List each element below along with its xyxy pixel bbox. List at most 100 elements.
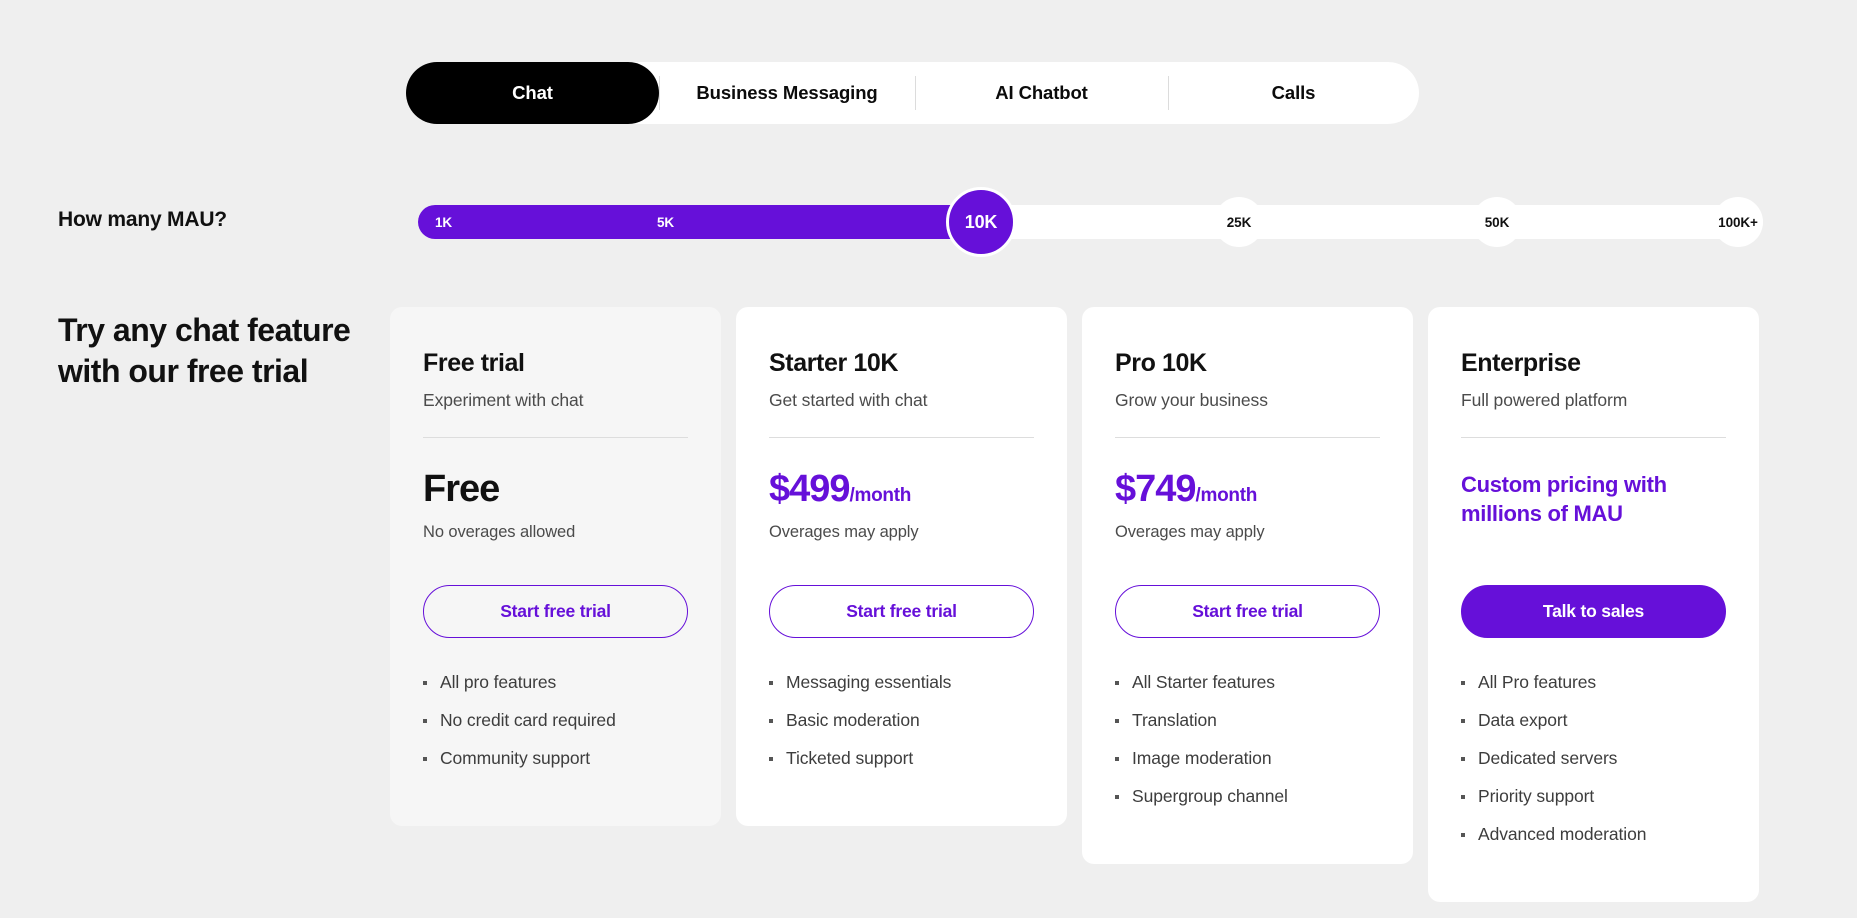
plan-price-amount: $499 (769, 467, 851, 510)
feature-label: Advanced moderation (1478, 823, 1647, 844)
bullet-icon (423, 718, 427, 723)
slider-fill (418, 205, 992, 239)
plan-price-amount: $749 (1115, 467, 1197, 510)
pricing-card-enterprise: Enterprise Full powered platform Custom … (1428, 307, 1759, 902)
plan-price-block: Free No overages allowed (423, 467, 688, 554)
list-item: Messaging essentials (769, 672, 1034, 693)
tab-chat[interactable]: Chat (406, 62, 659, 124)
plan-feature-list: All Starter features Translation Image m… (1115, 672, 1380, 824)
start-free-trial-button[interactable]: Start free trial (1115, 584, 1380, 638)
page-title: Try any chat feature with our free trial (58, 312, 351, 389)
pricing-card-list: Free trial Experiment with chat Free No … (390, 307, 1759, 902)
bullet-icon (1461, 794, 1465, 799)
plan-subtitle: Full powered platform (1461, 389, 1628, 410)
plan-price-period: /month (849, 484, 912, 506)
plan-title: Pro 10K (1115, 349, 1207, 377)
list-item: Translation (1115, 710, 1380, 731)
plan-title: Free trial (423, 349, 525, 377)
plan-category-tabs: Chat Business Messaging AI Chatbot Calls (406, 62, 1419, 124)
bullet-icon (423, 756, 427, 761)
pricing-card-free-trial: Free trial Experiment with chat Free No … (390, 307, 721, 826)
list-item: Data export (1461, 710, 1726, 731)
bullet-icon (423, 680, 427, 685)
list-item: Image moderation (1115, 748, 1380, 769)
feature-label: Basic moderation (786, 709, 920, 730)
slider-thumb-10k[interactable]: 10K (946, 187, 1016, 257)
plan-price-block: Custom pricing with millions of MAU (1461, 470, 1726, 554)
feature-label: Ticketed support (786, 747, 914, 768)
feature-label: Image moderation (1132, 747, 1272, 768)
list-item: Ticketed support (769, 748, 1034, 769)
plan-title: Enterprise (1461, 349, 1581, 377)
slider-stop-25k[interactable]: 25K (1214, 197, 1264, 247)
list-item: Basic moderation (769, 710, 1034, 731)
plan-price: Free (423, 467, 688, 510)
list-item: Priority support (1461, 786, 1726, 807)
feature-label: Translation (1132, 709, 1217, 730)
bullet-icon (1115, 794, 1119, 799)
list-item: Advanced moderation (1461, 824, 1726, 845)
tab-business-messaging[interactable]: Business Messaging (659, 62, 915, 124)
divider (769, 436, 1034, 438)
tab-calls[interactable]: Calls (1168, 62, 1419, 124)
plan-price-amount: Free (423, 467, 500, 510)
slider-stop-50k[interactable]: 50K (1472, 197, 1522, 247)
bullet-icon (769, 718, 773, 723)
mau-question-label: How many MAU? (58, 208, 227, 231)
plan-price: $499/month (769, 467, 1034, 510)
plan-subtitle: Get started with chat (769, 389, 928, 410)
feature-label: Data export (1478, 709, 1568, 730)
bullet-icon (1115, 680, 1119, 685)
plan-feature-list: All pro features No credit card required… (423, 672, 688, 786)
feature-label: All pro features (440, 671, 557, 692)
divider (423, 436, 688, 438)
feature-label: Priority support (1478, 785, 1595, 806)
bullet-icon (1461, 718, 1465, 723)
plan-price-block: $749/month Overages may apply (1115, 467, 1380, 554)
bullet-icon (1115, 718, 1119, 723)
plan-feature-list: Messaging essentials Basic moderation Ti… (769, 672, 1034, 786)
slider-tick-5k[interactable]: 5K (657, 205, 674, 239)
plan-price-note: Overages may apply (769, 522, 919, 541)
feature-label: No credit card required (440, 709, 616, 730)
list-item: No credit card required (423, 710, 688, 731)
list-item: Supergroup channel (1115, 786, 1380, 807)
feature-label: All Pro features (1478, 671, 1597, 692)
pricing-card-starter-10k: Starter 10K Get started with chat $499/m… (736, 307, 1067, 826)
list-item: Community support (423, 748, 688, 769)
plan-price-note: No overages allowed (423, 522, 576, 541)
bullet-icon (1115, 756, 1119, 761)
start-free-trial-button[interactable]: Start free trial (769, 584, 1034, 638)
divider (1115, 436, 1380, 438)
plan-price: $749/month (1115, 467, 1380, 510)
bullet-icon (769, 756, 773, 761)
feature-label: Supergroup channel (1132, 785, 1288, 806)
bullet-icon (1461, 832, 1465, 837)
plan-subtitle: Grow your business (1115, 389, 1268, 410)
tab-ai-chatbot[interactable]: AI Chatbot (915, 62, 1168, 124)
divider (1461, 436, 1726, 438)
mau-slider[interactable]: 1K 5K 25K 50K 100K+ 10K (418, 187, 1763, 257)
feature-label: Dedicated servers (1478, 747, 1618, 768)
list-item: All Starter features (1115, 672, 1380, 693)
bullet-icon (769, 680, 773, 685)
plan-subtitle: Experiment with chat (423, 389, 584, 410)
plan-title: Starter 10K (769, 349, 898, 377)
list-item: All Pro features (1461, 672, 1726, 693)
bullet-icon (1461, 756, 1465, 761)
feature-label: All Starter features (1132, 671, 1275, 692)
feature-label: Community support (440, 747, 591, 768)
talk-to-sales-button[interactable]: Talk to sales (1461, 584, 1726, 638)
pricing-card-pro-10k: Pro 10K Grow your business $749/month Ov… (1082, 307, 1413, 864)
bullet-icon (1461, 680, 1465, 685)
plan-feature-list: All Pro features Data export Dedicated s… (1461, 672, 1726, 862)
start-free-trial-button[interactable]: Start free trial (423, 584, 688, 638)
feature-label: Messaging essentials (786, 671, 952, 692)
slider-stop-100k-plus[interactable]: 100K+ (1713, 197, 1763, 247)
plan-price-block: $499/month Overages may apply (769, 467, 1034, 554)
plan-custom-pricing-text: Custom pricing with millions of MAU (1461, 471, 1667, 527)
plan-price-note: Overages may apply (1115, 522, 1265, 541)
plan-price-period: /month (1195, 484, 1258, 506)
slider-tick-1k[interactable]: 1K (435, 205, 452, 239)
list-item: Dedicated servers (1461, 748, 1726, 769)
